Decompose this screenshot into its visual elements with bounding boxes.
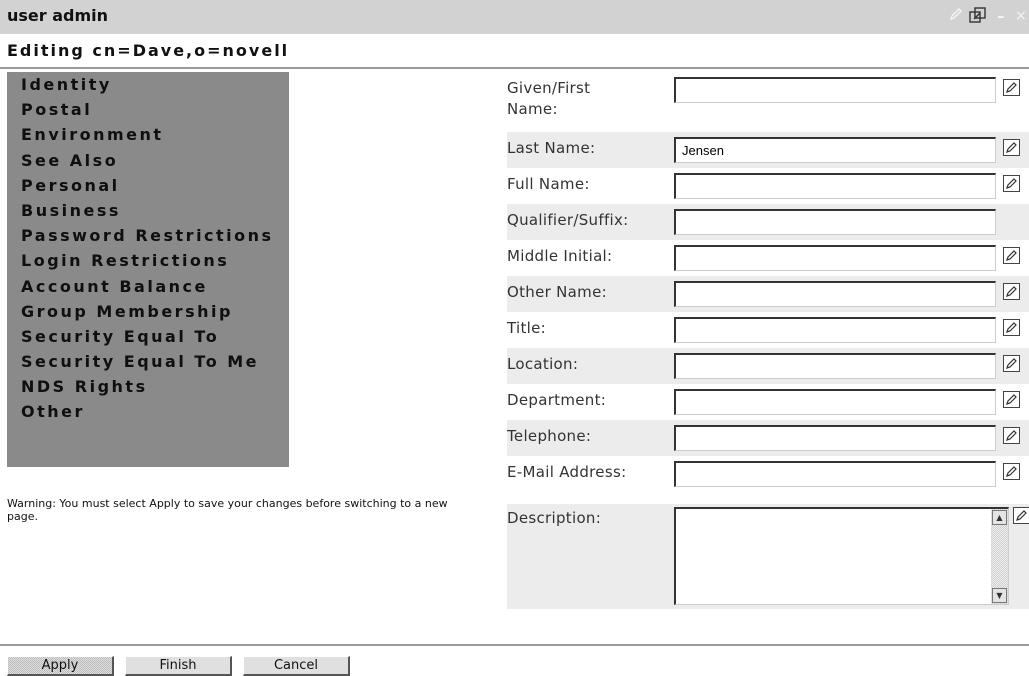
edit-icon[interactable] xyxy=(949,7,963,25)
form-row-email: E-Mail Address: xyxy=(507,456,1029,492)
finish-button[interactable]: Finish xyxy=(125,656,232,676)
other-name-label: Other Name: xyxy=(507,283,607,301)
department-label: Department: xyxy=(507,391,607,409)
qualifier-suffix-label: Qualifier/Suffix: xyxy=(507,211,629,229)
top-divider xyxy=(0,67,1029,69)
given-name-label: Given/First Name: xyxy=(507,79,591,118)
form-row-location: Location: xyxy=(507,348,1029,384)
other-name-field[interactable] xyxy=(674,281,996,307)
qualifier-suffix-field[interactable] xyxy=(674,209,996,235)
nav-item-account-balance[interactable]: Account Balance xyxy=(7,274,289,299)
edit-other-name-pencil-icon[interactable] xyxy=(1003,283,1020,300)
full-name-label: Full Name: xyxy=(507,175,590,193)
nav-item-group-membership[interactable]: Group Membership xyxy=(7,299,289,324)
given-name-field[interactable] xyxy=(674,77,996,103)
edit-full-name-pencil-icon[interactable] xyxy=(1003,175,1020,192)
middle-initial-field[interactable] xyxy=(674,245,996,271)
window-title: user admin xyxy=(7,6,109,25)
bottom-divider xyxy=(0,644,1029,646)
form-row-given-name: Given/First Name: xyxy=(507,72,1029,132)
nav-item-environment[interactable]: Environment xyxy=(7,122,289,147)
form-row-department: Department: xyxy=(507,384,1029,420)
description-label: Description: xyxy=(507,509,602,527)
nav-item-password-restrictions[interactable]: Password Restrictions xyxy=(7,223,289,248)
nav-item-personal[interactable]: Personal xyxy=(7,173,289,198)
scroll-up-icon[interactable]: ▲ xyxy=(992,510,1007,525)
title-label: Title: xyxy=(507,319,546,337)
nav-item-other[interactable]: Other xyxy=(7,399,289,424)
apply-button[interactable]: Apply xyxy=(7,656,114,676)
form-row-full-name: Full Name: xyxy=(507,168,1029,204)
edit-telephone-pencil-icon[interactable] xyxy=(1003,427,1020,444)
email-label: E-Mail Address: xyxy=(507,463,627,481)
close-icon[interactable]: × xyxy=(1015,7,1027,25)
cancel-button[interactable]: Cancel xyxy=(243,656,350,676)
edit-location-pencil-icon[interactable] xyxy=(1003,355,1020,372)
edit-middle-initial-pencil-icon[interactable] xyxy=(1003,247,1020,264)
edit-department-pencil-icon[interactable] xyxy=(1003,391,1020,408)
last-name-field[interactable] xyxy=(674,137,996,163)
category-nav: Identity Postal Environment See Also Per… xyxy=(7,72,289,467)
nav-item-see-also[interactable]: See Also xyxy=(7,148,289,173)
title-field[interactable] xyxy=(674,317,996,343)
location-label: Location: xyxy=(507,355,579,373)
minimize-icon[interactable]: – xyxy=(997,7,1005,25)
scroll-down-icon[interactable]: ▼ xyxy=(992,588,1007,603)
nav-item-security-equal-to[interactable]: Security Equal To xyxy=(7,324,289,349)
restore-icon[interactable] xyxy=(969,7,986,24)
edit-email-pencil-icon[interactable] xyxy=(1003,463,1020,480)
page-title: Editing cn=Dave,o=novell xyxy=(7,41,290,60)
nav-item-identity[interactable]: Identity xyxy=(7,72,289,97)
form-row-other-name: Other Name: xyxy=(507,276,1029,312)
email-field[interactable] xyxy=(674,461,996,487)
nav-item-security-equal-to-me[interactable]: Security Equal To Me xyxy=(7,349,289,374)
warning-text: Warning: You must select Apply to save y… xyxy=(7,497,448,523)
form-row-title: Title: xyxy=(507,312,1029,348)
edit-given-name-pencil-icon[interactable] xyxy=(1003,79,1020,96)
nav-item-login-restrictions[interactable]: Login Restrictions xyxy=(7,248,289,273)
full-name-field[interactable] xyxy=(674,173,996,199)
form-row-telephone: Telephone: xyxy=(507,420,1029,456)
nav-item-nds-rights[interactable]: NDS Rights xyxy=(7,374,289,399)
telephone-label: Telephone: xyxy=(507,427,592,445)
telephone-field[interactable] xyxy=(674,425,996,451)
window-titlebar: user admin – × xyxy=(0,0,1029,34)
edit-last-name-pencil-icon[interactable] xyxy=(1003,139,1020,156)
edit-title-pencil-icon[interactable] xyxy=(1003,319,1020,336)
nav-item-business[interactable]: Business xyxy=(7,198,289,223)
form-row-middle-initial: Middle Initial: xyxy=(507,240,1029,276)
last-name-label: Last Name: xyxy=(507,139,596,157)
description-scrollbar[interactable]: ▲ ▼ xyxy=(991,509,1008,604)
department-field[interactable] xyxy=(674,389,996,415)
location-field[interactable] xyxy=(674,353,996,379)
form-row-last-name: Last Name: xyxy=(507,132,1029,168)
form-row-description: Description: ▲ ▼ xyxy=(507,504,1029,609)
form-row-qualifier-suffix: Qualifier/Suffix: xyxy=(507,204,1029,240)
middle-initial-label: Middle Initial: xyxy=(507,247,613,265)
edit-description-pencil-icon[interactable] xyxy=(1013,507,1029,524)
nav-item-postal[interactable]: Postal xyxy=(7,97,289,122)
description-textarea[interactable]: ▲ ▼ xyxy=(674,507,1009,605)
